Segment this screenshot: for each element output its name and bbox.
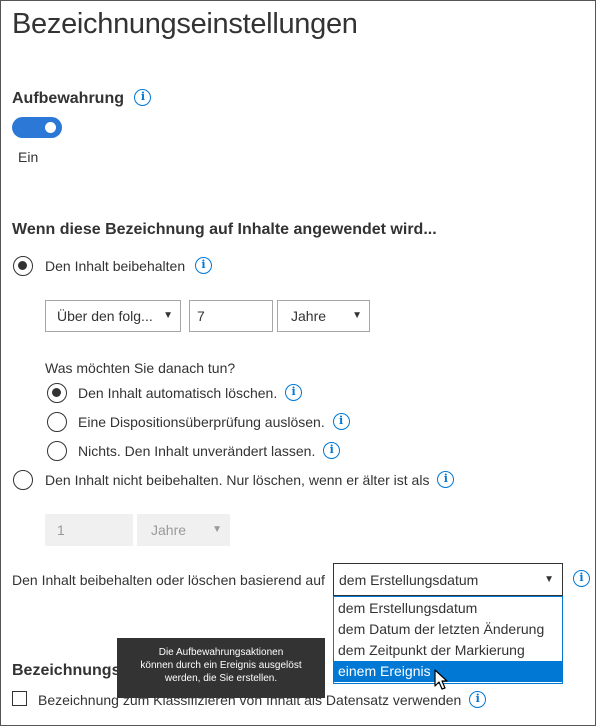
based-on-select[interactable]: dem Erstellungsdatum ▼ <box>333 563 563 596</box>
do-nothing-option: Nichts. Den Inhalt unverändert lassen. i <box>78 442 341 460</box>
dropdown-option-labeled-date[interactable]: dem Zeitpunkt der Markierung <box>334 640 562 661</box>
info-icon[interactable]: i <box>332 413 350 431</box>
delete-after-unit-value: Jahre <box>151 522 187 538</box>
disposition-review-option: Eine Dispositionsüberprüfung auslösen. i <box>78 413 350 431</box>
toggle-knob <box>45 122 56 133</box>
info-icon[interactable]: i <box>195 257 212 275</box>
tooltip-line: Die Aufbewahrungsaktionen <box>158 647 284 658</box>
retention-toggle[interactable] <box>12 117 62 138</box>
retention-unit-select[interactable]: Jahre ▼ <box>277 300 370 332</box>
disposition-review-radio[interactable] <box>47 412 67 432</box>
keep-content-radio[interactable] <box>13 256 33 276</box>
page-title: Bezeichnungseinstellungen <box>12 8 358 40</box>
chevron-down-icon: ▼ <box>163 310 173 321</box>
chevron-down-icon: ▼ <box>212 524 222 535</box>
info-icon[interactable]: i <box>285 384 303 402</box>
info-icon[interactable]: i <box>134 88 152 106</box>
tooltip-line: werden, die Sie erstellen. <box>164 673 278 684</box>
label-section-heading: Bezeichnungsb <box>12 662 131 679</box>
delete-after-input: 1 <box>45 514 133 546</box>
info-icon[interactable]: i <box>469 691 487 709</box>
dropdown-option-creation-date[interactable]: dem Erstellungsdatum <box>334 598 562 619</box>
keep-content-option: Den Inhalt beibehalten i <box>45 257 212 275</box>
info-icon[interactable]: i <box>323 442 341 460</box>
when-applied-heading: Wenn diese Bezeichnung auf Inhalte angew… <box>12 221 437 238</box>
disposition-review-label: Eine Dispositionsüberprüfung auslösen. <box>78 414 325 430</box>
do-nothing-label: Nichts. Den Inhalt unverändert lassen. <box>78 443 316 459</box>
record-label-checkbox[interactable] <box>12 691 27 706</box>
after-question: Was möchten Sie danach tun? <box>45 360 236 376</box>
retention-period-select[interactable]: Über den folg... ▼ <box>45 300 181 332</box>
retention-period-value: Über den folg... <box>57 308 153 324</box>
delete-automatically-radio[interactable] <box>47 383 67 403</box>
dropdown-option-last-modified[interactable]: dem Datum der letzten Änderung <box>334 619 562 640</box>
dont-keep-option: Den Inhalt nicht beibehalten. Nur lösche… <box>45 471 455 489</box>
dont-keep-radio[interactable] <box>13 470 33 490</box>
based-on-value: dem Erstellungsdatum <box>339 572 479 588</box>
mouse-pointer-icon <box>434 669 448 690</box>
toggle-state-label: Ein <box>18 149 39 165</box>
delete-automatically-option: Den Inhalt automatisch löschen. i <box>78 384 303 402</box>
based-on-label: Den Inhalt beibehalten oder löschen basi… <box>12 572 325 588</box>
chevron-down-icon: ▼ <box>352 310 362 321</box>
retention-unit-value: Jahre <box>291 308 327 324</box>
info-icon[interactable]: i <box>573 570 590 587</box>
retention-period-input[interactable]: 7 <box>189 300 273 332</box>
retention-heading: Aufbewahrung i <box>12 88 152 108</box>
do-nothing-radio[interactable] <box>47 441 67 461</box>
chevron-down-icon: ▼ <box>544 574 554 585</box>
tooltip: Die Aufbewahrungsaktionen können durch e… <box>117 638 325 698</box>
delete-automatically-label: Den Inhalt automatisch löschen. <box>78 385 278 401</box>
dont-keep-label: Den Inhalt nicht beibehalten. Nur lösche… <box>45 472 430 488</box>
retention-heading-label: Aufbewahrung <box>12 90 124 107</box>
info-icon[interactable]: i <box>437 471 455 489</box>
tooltip-line: können durch ein Ereignis ausgelöst <box>140 660 302 671</box>
keep-content-label: Den Inhalt beibehalten <box>45 258 186 274</box>
delete-after-unit-select: Jahre ▼ <box>137 514 230 546</box>
